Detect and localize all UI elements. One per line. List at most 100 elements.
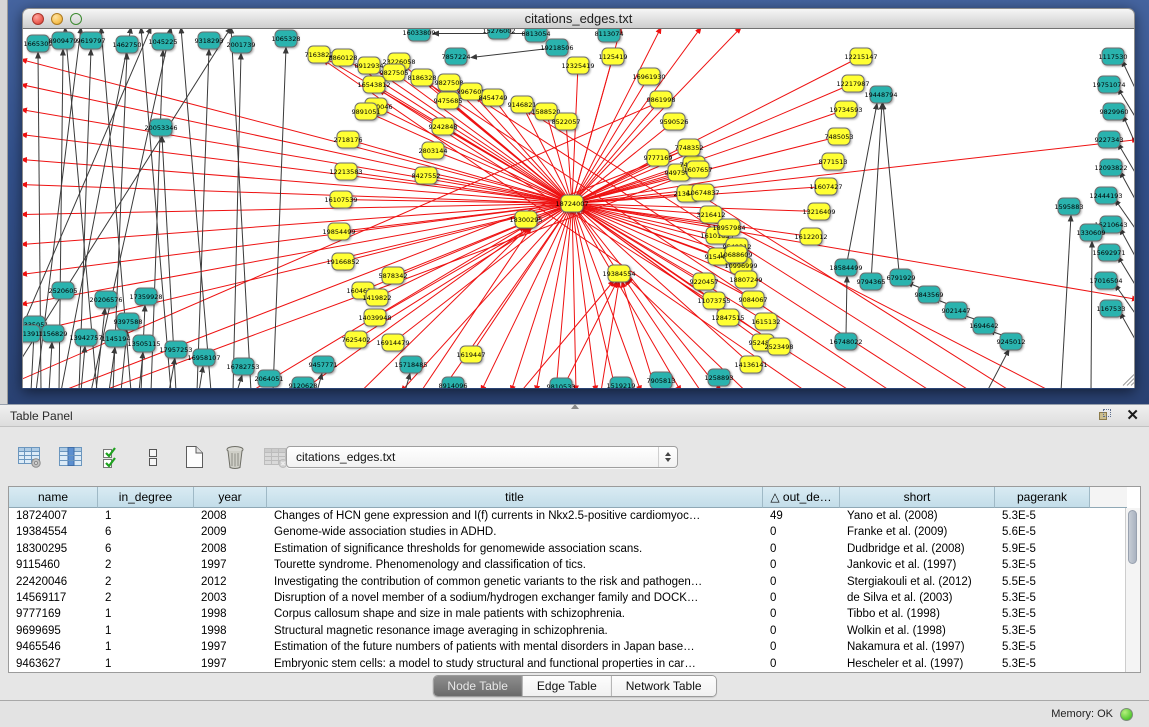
cell-year[interactable]: 2009 — [194, 524, 267, 540]
cell-title[interactable]: Tourette syndrome. Phenomenology and cla… — [267, 557, 763, 573]
graph-edge[interactable] — [49, 343, 52, 389]
cell-title[interactable]: Investigating the contribution of common… — [267, 574, 763, 590]
graph-node[interactable]: 1167533 — [1097, 300, 1126, 317]
graph-node[interactable]: 8522057 — [552, 113, 581, 130]
graph-node[interactable]: 9891051 — [352, 103, 381, 120]
table-row[interactable]: 2242004622012Investigating the contribut… — [9, 574, 1140, 590]
tab-network-table[interactable]: Network Table — [612, 676, 716, 696]
graph-edge[interactable] — [601, 282, 619, 389]
cell-title[interactable]: Structural magnetic resonance image aver… — [267, 623, 763, 639]
cell-pagerank[interactable]: 5.3E-5 — [995, 623, 1090, 639]
cell-in-degree[interactable]: 1 — [98, 656, 194, 672]
cell-name[interactable]: 18300295 — [9, 541, 98, 557]
graph-node[interactable]: 19384554 — [602, 265, 635, 282]
cell-out-degree[interactable]: 0 — [763, 606, 840, 622]
graph-node[interactable]: 9861998 — [647, 91, 676, 108]
cell-in-degree[interactable]: 2 — [98, 557, 194, 573]
graph-node[interactable]: 2803144 — [419, 142, 448, 159]
graph-edge[interactable] — [622, 282, 656, 389]
column-header-name[interactable]: name — [9, 487, 98, 508]
vertical-scrollbar[interactable] — [1125, 508, 1140, 672]
graph-edge[interactable] — [475, 97, 931, 389]
cell-pagerank[interactable]: 5.9E-5 — [995, 541, 1090, 557]
cell-title[interactable]: Estimation of the future numbers of pati… — [267, 639, 763, 655]
new-file-icon[interactable] — [180, 444, 208, 470]
graph-node[interactable]: 11607427 — [809, 178, 842, 195]
column-header-out-degree[interactable]: △ out_de… — [763, 487, 840, 508]
graph-edge[interactable] — [846, 104, 877, 268]
cell-name[interactable]: 22420046 — [9, 574, 98, 590]
graph-node[interactable]: 19448794 — [864, 86, 897, 103]
graph-node[interactable]: 9021447 — [942, 302, 971, 319]
graph-node[interactable]: 9457771 — [309, 356, 338, 373]
cell-pagerank[interactable]: 5.3E-5 — [995, 590, 1090, 606]
graph-node[interactable]: 1145194 — [102, 330, 131, 347]
cell-out-degree[interactable]: 0 — [763, 623, 840, 639]
cell-out-degree[interactable]: 0 — [763, 557, 840, 573]
column-header-short[interactable]: short — [840, 487, 995, 508]
graph-node[interactable]: 15692971 — [1092, 244, 1125, 261]
cell-year[interactable]: 1997 — [194, 656, 267, 672]
graph-node[interactable]: 9220457 — [690, 273, 719, 290]
graph-node[interactable]: 13505115 — [127, 335, 160, 352]
cell-in-degree[interactable]: 1 — [98, 508, 194, 524]
graph-node[interactable]: 11073755 — [697, 292, 730, 309]
table-settings-icon[interactable] — [16, 444, 44, 470]
graph-node[interactable]: 17016504 — [1089, 272, 1122, 289]
graph-node[interactable]: 8771513 — [819, 153, 848, 170]
zoom-window-button[interactable] — [70, 13, 82, 25]
cell-name[interactable]: 14569117 — [9, 590, 98, 606]
tab-node-table[interactable]: Node Table — [433, 676, 523, 696]
cell-pagerank[interactable]: 5.6E-5 — [995, 524, 1090, 540]
row-select-icon[interactable] — [98, 444, 126, 470]
graph-edge[interactable] — [141, 29, 171, 388]
graph-node[interactable]: 12847515 — [711, 309, 744, 326]
graph-node[interactable]: 13216409 — [802, 203, 835, 220]
cell-out-degree[interactable]: 0 — [763, 524, 840, 540]
cell-short[interactable]: Dudbridge et al. (2008) — [840, 541, 995, 557]
table-row[interactable]: 1872400712008Changes of HCN gene express… — [9, 508, 1140, 524]
table-row[interactable]: 977716911998Corpus callosum shape and si… — [9, 606, 1140, 622]
graph-node[interactable]: 7485053 — [825, 128, 854, 145]
graph-edge[interactable] — [521, 281, 614, 389]
cell-out-degree[interactable]: 0 — [763, 656, 840, 672]
graph-node[interactable]: 1595883 — [1055, 198, 1084, 215]
graph-edge[interactable] — [23, 204, 572, 335]
cell-year[interactable]: 2012 — [194, 574, 267, 590]
graph-node[interactable]: 7748352 — [675, 139, 704, 156]
graph-node[interactable]: 8813054 — [522, 29, 551, 42]
graph-node[interactable]: 2718176 — [334, 131, 363, 148]
graph-node[interactable]: 13942757 — [69, 329, 102, 346]
network-view[interactable]: 1872400718300295193845547163822886012889… — [22, 29, 1135, 388]
graph-node[interactable]: 1694642 — [970, 317, 999, 334]
network-window-titlebar[interactable]: citations_edges.txt — [22, 8, 1135, 29]
graph-node[interactable]: 19751074 — [1092, 76, 1125, 93]
graph-edge[interactable] — [433, 151, 572, 204]
graph-node[interactable]: 9318293 — [195, 32, 224, 49]
minimize-window-button[interactable] — [51, 13, 63, 25]
cell-year[interactable]: 1997 — [194, 557, 267, 573]
graph-node[interactable]: 9590526 — [660, 113, 689, 130]
cell-name[interactable]: 9465546 — [9, 639, 98, 655]
cell-out-degree[interactable]: 0 — [763, 574, 840, 590]
graph-node[interactable]: 9810533 — [547, 378, 576, 388]
graph-edge[interactable] — [233, 54, 241, 389]
graph-node[interactable]: 9619797 — [77, 32, 106, 49]
cell-year[interactable]: 1998 — [194, 606, 267, 622]
cell-year[interactable]: 1997 — [194, 639, 267, 655]
cell-pagerank[interactable]: 5.3E-5 — [995, 606, 1090, 622]
column-header-year[interactable]: year — [194, 487, 267, 508]
cell-short[interactable]: Nakamura et al. (1997) — [840, 639, 995, 655]
graph-edge[interactable] — [987, 350, 1009, 389]
graph-node[interactable]: 12444193 — [1089, 187, 1122, 204]
cell-in-degree[interactable]: 6 — [98, 541, 194, 557]
graph-node[interactable]: 7857224 — [442, 48, 471, 65]
graph-node[interactable]: 12325419 — [561, 57, 594, 74]
cell-short[interactable]: Stergiakouli et al. (2012) — [840, 574, 995, 590]
graph-edge[interactable] — [846, 277, 847, 336]
column-header-title[interactable]: title — [267, 487, 763, 508]
cell-year[interactable]: 1998 — [194, 623, 267, 639]
cell-year[interactable]: 2003 — [194, 590, 267, 606]
cell-pagerank[interactable]: 5.5E-5 — [995, 574, 1090, 590]
graph-node[interactable]: 15718485 — [394, 356, 427, 373]
